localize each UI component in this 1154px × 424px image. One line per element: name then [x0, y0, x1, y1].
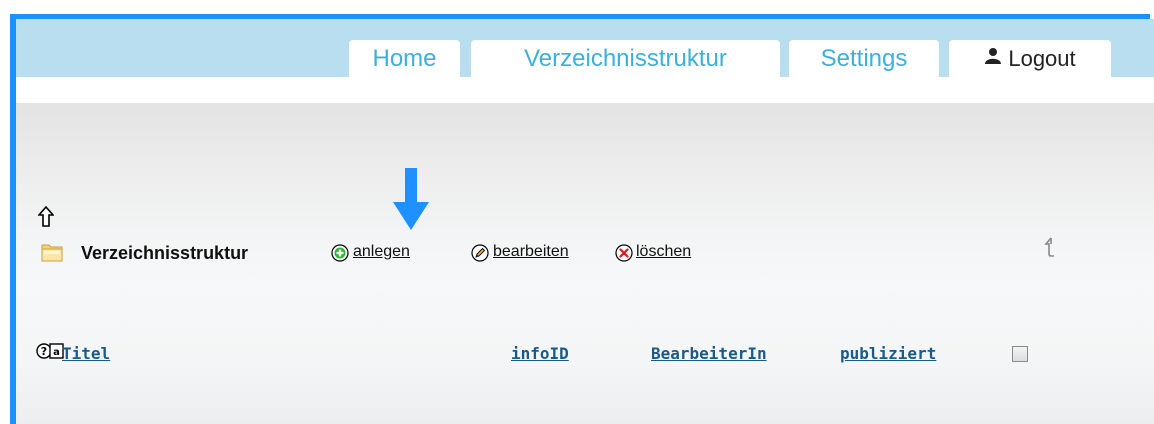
frame-top-border [10, 14, 1150, 19]
delete-icon[interactable] [615, 244, 633, 262]
column-header-bearbeiterin[interactable]: BearbeiterIn [651, 344, 767, 363]
edit-link[interactable]: bearbeiten [493, 243, 569, 261]
edit-icon[interactable] [471, 244, 489, 262]
annotation-arrow-icon [391, 168, 431, 237]
delete-link[interactable]: löschen [636, 243, 691, 261]
column-header-titel[interactable]: Titel [62, 344, 110, 363]
header-divider [16, 77, 1154, 103]
svg-text:a: a [53, 347, 60, 358]
column-header-infoid[interactable]: infoID [511, 344, 569, 363]
section-title: Verzeichnisstruktur [81, 243, 249, 263]
tab-home[interactable]: Home [349, 40, 460, 78]
column-header-publiziert[interactable]: publiziert [840, 344, 936, 363]
svg-text:?: ? [41, 345, 47, 358]
tab-verzeichnisstruktur-label: Verzeichnisstruktur [524, 45, 727, 72]
user-icon [984, 39, 1002, 77]
frame-left-border [10, 18, 16, 424]
select-all-checkbox[interactable] [1012, 346, 1028, 362]
logout-label: Logout [1008, 46, 1076, 71]
tab-settings[interactable]: Settings [789, 40, 939, 78]
create-link[interactable]: anlegen [353, 243, 410, 261]
tab-verzeichnisstruktur[interactable]: Verzeichnisstruktur [471, 40, 780, 78]
tab-home-label: Home [372, 45, 437, 72]
app-window: Home Verzeichnisstruktur Settings Logout [0, 0, 1154, 424]
back-icon[interactable] [1042, 236, 1058, 263]
logout-button[interactable]: Logout [949, 40, 1111, 78]
up-arrow-icon[interactable] [37, 205, 55, 233]
add-icon[interactable] [331, 244, 349, 262]
folder-icon [40, 240, 64, 264]
tab-settings-label: Settings [820, 45, 908, 72]
